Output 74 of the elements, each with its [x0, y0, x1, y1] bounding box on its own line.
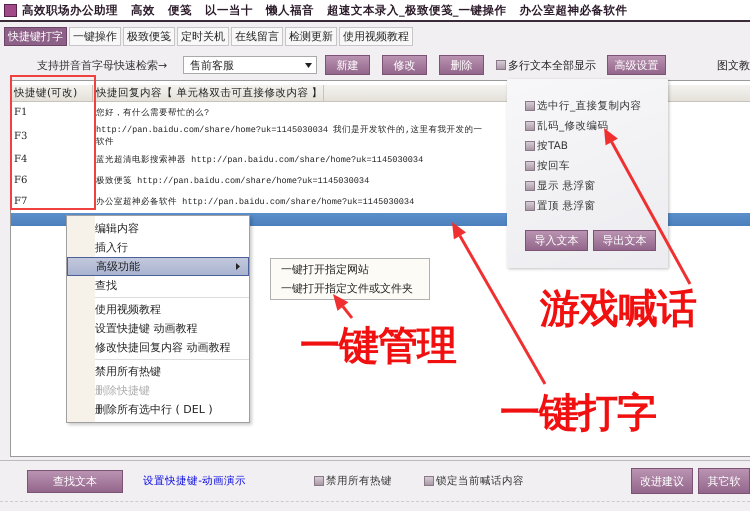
submenu-arrow-icon: [236, 263, 240, 270]
title-item: 以一当十: [205, 2, 253, 18]
checkbox[interactable]: [525, 141, 535, 151]
title-item: 便笺: [168, 2, 192, 18]
column-header: 快捷键(可改): [11, 85, 93, 101]
shortcut-key-cell-text: F6: [13, 175, 28, 186]
menu-item[interactable]: 使用视频教程: [67, 300, 249, 319]
checkbox-label: 按回车: [537, 159, 570, 173]
tab[interactable]: 使用视频教程: [339, 27, 413, 46]
menu-item[interactable]: 修改快捷回复内容 动画教程: [67, 338, 249, 357]
shortcut-key-cell-text: F3: [13, 130, 28, 142]
checkbox-label: 多行文本全部显示: [508, 58, 596, 72]
search-hint: 支持拼音首字母快速检索→: [37, 58, 168, 72]
column-header: 快捷回复内容【 单元格双击可直接修改内容 】: [93, 85, 324, 101]
annotation-text: 一键打字: [500, 389, 656, 438]
reply-text: 办公室超神必备软件 http://pan.baidu.com/share/home?uk=1145030034: [96, 196, 414, 208]
menu-item[interactable]: 编辑内容: [67, 219, 249, 238]
checkbox[interactable]: [496, 60, 506, 70]
caret-icon: [304, 62, 312, 68]
panel-button[interactable]: 导入文本: [525, 230, 588, 251]
menu-item[interactable]: 插入行: [67, 238, 249, 257]
advanced-settings-button[interactable]: 高级设置: [606, 55, 666, 75]
checkbox-label: 乱码_修改编码: [537, 119, 608, 133]
checkbox-label: 显示 悬浮窗: [537, 179, 596, 193]
checkbox-label: 选中行_直接复制内容: [537, 99, 642, 113]
title-item: 超速文本录入_极致便笺_一键操作: [327, 2, 506, 18]
reply-text: 您好，有什么需要帮忙的么?: [96, 106, 210, 118]
menu-item[interactable]: 设置快捷键 动画教程: [67, 319, 249, 338]
checkbox-label: 禁用所有热键: [326, 474, 392, 488]
checkbox[interactable]: [525, 181, 535, 191]
reply-text: 软件: [96, 136, 115, 148]
category-dropdown[interactable]: 售前客服: [183, 56, 317, 74]
toolbar-button[interactable]: 修改: [382, 55, 427, 75]
menu-item[interactable]: 高级功能: [67, 257, 249, 276]
reply-text: http://pan.baidu.com/share/home?uk=1145030034 我们是开发软件的,这里有我开发的一: [96, 124, 482, 136]
checkbox-label: 锁定当前喊话内容: [436, 474, 524, 488]
title-item: 高效: [131, 2, 155, 18]
reply-text: 极致便笺 http://pan.baidu.com/share/home?uk=1145030034: [96, 174, 370, 186]
menu-item[interactable]: 删除所有选中行 ( DEL ): [67, 400, 249, 419]
menu-item[interactable]: 查找: [67, 276, 249, 295]
annotation-text: 一键管理: [300, 322, 456, 371]
menu-item[interactable]: 一键打开指定网站: [271, 260, 429, 279]
shortcut-key-cell-text: F1: [13, 107, 28, 118]
menu-item[interactable]: 禁用所有热键: [67, 362, 249, 381]
tab[interactable]: 在线留言: [231, 27, 283, 46]
app-icon: [4, 4, 17, 16]
checkbox[interactable]: [314, 476, 324, 486]
shortcut-key-cell-text: F7: [13, 196, 28, 207]
bottom-button[interactable]: 其它软: [698, 468, 750, 494]
bottom-button[interactable]: 改进建议: [631, 468, 693, 494]
find-text-button[interactable]: 查找文本: [27, 470, 124, 492]
annotation-text: 游戏喊话: [540, 285, 696, 334]
tutorial-link[interactable]: 图文教: [716, 58, 750, 72]
checkbox[interactable]: [525, 201, 535, 211]
tab[interactable]: 定时关机: [177, 27, 229, 46]
checkbox[interactable]: [525, 121, 535, 131]
animation-demo-link[interactable]: 设置快捷键-动画演示: [143, 474, 246, 488]
tab[interactable]: 一键操作: [69, 27, 121, 46]
title-item: 高效职场办公助理: [22, 2, 118, 18]
checkbox-label: 按TAB: [537, 139, 568, 153]
tab[interactable]: 快捷键打字: [4, 27, 67, 46]
checkbox-label: 置顶 悬浮窗: [537, 199, 596, 213]
tab[interactable]: 极致便笺: [123, 27, 175, 46]
title-item: 懒人福音: [266, 2, 314, 18]
menu-item[interactable]: 一键打开指定文件或文件夹: [271, 279, 429, 298]
checkbox[interactable]: [525, 101, 535, 111]
arrow-annotation: [333, 294, 354, 319]
shortcut-key-cell-text: F4: [13, 154, 28, 165]
reply-text: 蓝光超清电影搜索神器 http://pan.baidu.com/share/home?uk=1145030034: [96, 154, 424, 166]
checkbox[interactable]: [525, 161, 535, 171]
toolbar-button[interactable]: 新建: [324, 55, 370, 75]
title-item: 办公室超神必备软件: [520, 2, 628, 18]
tab[interactable]: 检测更新: [285, 27, 337, 46]
checkbox[interactable]: [424, 476, 434, 486]
